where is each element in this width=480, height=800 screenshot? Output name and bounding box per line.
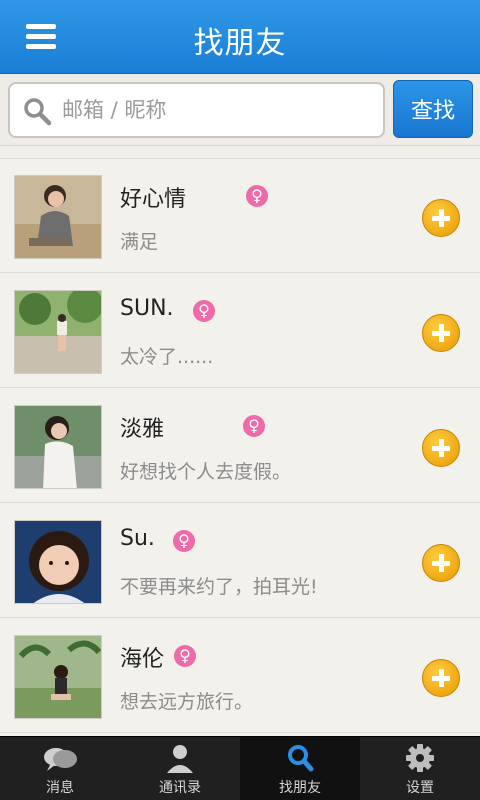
add-friend-button[interactable] <box>422 314 460 352</box>
list-item[interactable]: 好心情 ♀ 满足 <box>0 159 480 273</box>
add-friend-button[interactable] <box>422 659 460 697</box>
friend-status: 满足 <box>120 231 159 253</box>
tab-label: 通讯录 <box>159 780 201 796</box>
female-icon: ♀ <box>193 300 215 322</box>
tab-settings[interactable]: 设置 <box>360 737 480 800</box>
list-item[interactable]: 海伦 ♀ 想去远方旅行。 <box>0 619 480 733</box>
avatar[interactable] <box>14 290 102 374</box>
friend-list: 好心情 ♀ 满足 SUN. ♀ 太冷了...... 淡雅 ♀ 好想找个人去度假。… <box>0 158 480 736</box>
female-icon: ♀ <box>174 645 196 667</box>
add-friend-button[interactable] <box>422 199 460 237</box>
bottom-tab-bar: 消息 通讯录 找朋友 设置 <box>0 736 480 800</box>
friend-name: 淡雅 <box>120 417 165 442</box>
search-icon <box>288 745 314 772</box>
add-friend-button[interactable] <box>422 429 460 467</box>
avatar-photo <box>15 176 101 258</box>
gear-icon <box>406 744 434 772</box>
search-button[interactable]: 查找 <box>393 80 473 138</box>
title-bar: 找朋友 <box>0 0 480 74</box>
friend-status: 太冷了...... <box>120 346 214 368</box>
friend-name: SUN. <box>120 296 174 321</box>
female-icon: ♀ <box>243 415 265 437</box>
search-input[interactable] <box>62 92 372 128</box>
search-box[interactable] <box>8 82 385 138</box>
female-icon: ♀ <box>246 185 268 207</box>
avatar[interactable] <box>14 405 102 489</box>
contacts-icon <box>167 745 193 773</box>
search-bar: 查找 <box>0 74 480 146</box>
avatar-photo <box>15 291 101 373</box>
tab-messages[interactable]: 消息 <box>0 737 120 800</box>
friend-status: 不要再来约了，拍耳光! <box>120 576 318 598</box>
avatar-photo <box>15 636 101 718</box>
list-item[interactable]: 淡雅 ♀ 好想找个人去度假。 <box>0 389 480 503</box>
avatar[interactable] <box>14 635 102 719</box>
avatar[interactable] <box>14 520 102 604</box>
avatar[interactable] <box>14 175 102 259</box>
female-icon: ♀ <box>173 530 195 552</box>
tab-contacts[interactable]: 通讯录 <box>120 737 240 800</box>
tab-label: 消息 <box>46 780 74 796</box>
add-friend-button[interactable] <box>422 544 460 582</box>
chat-icon <box>44 748 77 771</box>
avatar-photo <box>15 406 101 488</box>
page-title: 找朋友 <box>193 26 287 61</box>
friend-name: 海伦 <box>120 647 165 672</box>
list-item[interactable]: SUN. ♀ 太冷了...... <box>0 274 480 388</box>
tab-label: 设置 <box>406 780 434 796</box>
list-item[interactable]: Su. ♀ 不要再来约了，拍耳光! <box>0 504 480 618</box>
friend-name: 好心情 <box>120 187 187 212</box>
friend-status: 想去远方旅行。 <box>120 691 254 713</box>
tab-find-friends[interactable]: 找朋友 <box>240 737 360 800</box>
avatar-photo <box>15 521 101 603</box>
tab-label: 找朋友 <box>279 780 321 796</box>
friend-status: 好想找个人去度假。 <box>120 461 292 483</box>
search-icon <box>24 98 52 126</box>
friend-name: Su. <box>120 526 155 551</box>
